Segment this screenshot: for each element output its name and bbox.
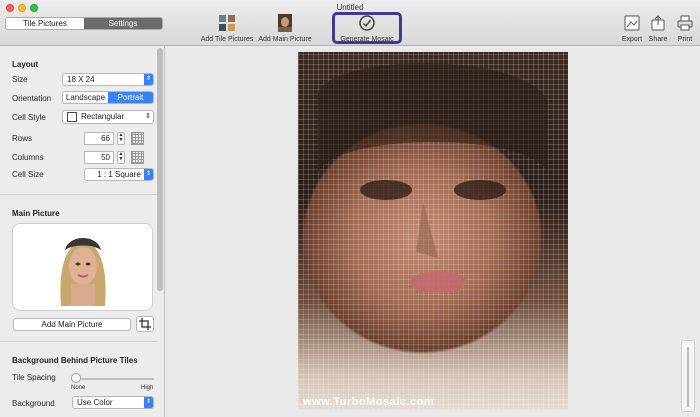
background-label: Background [12,399,55,408]
add-tile-pictures-button[interactable]: Add Tile Pictures [199,14,255,43]
generate-mosaic-button[interactable]: Generate Mosaic [336,14,398,43]
columns-stepper[interactable]: ▲ ▼ [117,151,125,164]
settings-scrollbar[interactable] [157,48,163,291]
main-picture-section-title: Main Picture [12,209,60,218]
chevron-updown-icon: ⇕ [144,169,153,180]
main-picture-preview [12,223,153,311]
export-button[interactable]: Export [620,14,644,43]
mosaic-watermark: www.TurboMosaic.com [303,396,435,408]
crop-button[interactable] [136,316,154,332]
orientation-label: Orientation [12,94,52,103]
tile-spacing-slider-knob[interactable] [71,373,81,383]
zoom-slider-track [687,347,689,407]
print-icon [677,15,693,31]
rows-grid-icon [131,132,144,145]
window-title: Untitled [336,3,364,12]
columns-input[interactable]: 50 [84,151,114,164]
section-divider [0,194,157,195]
tile-spacing-label: Tile Spacing [12,373,56,382]
export-icon [624,15,640,31]
add-main-picture-panel-button[interactable]: Add Main Picture [13,318,131,331]
rows-input[interactable]: 66 [84,132,114,145]
cell-style-value: Rectangular [81,112,125,121]
tile-spacing-max-label: High [141,385,154,391]
size-value: 18 X 24 [67,75,95,84]
checkmark-circle-icon [359,15,375,31]
main-picture-thumbnail [53,228,113,306]
toolbar: Untitled Tile Pictures Settings Add Tile… [0,0,700,46]
background-section-title: Background Behind Picture Tiles [12,356,138,365]
share-icon [651,15,665,31]
portrait-thumbnail-icon [278,14,292,32]
orientation-segmented-control: Landscape Portrait [62,91,154,104]
layout-section-title: Layout [12,60,39,69]
crop-icon [139,318,151,330]
chevron-updown-icon: ⇕ [145,113,151,120]
add-main-picture-label: Add Main Picture [258,36,312,43]
mosaic-face-overlay [318,63,548,293]
tab-settings[interactable]: Settings [84,18,162,29]
size-select[interactable]: 18 X 24 ⇕ [62,73,154,86]
background-value: Use Color [77,398,113,407]
share-button[interactable]: Share [646,14,670,43]
orientation-portrait[interactable]: Portrait [108,92,153,103]
sidebar-tabs: Tile Pictures Settings [5,17,163,30]
tile-grid-icon [219,15,235,31]
columns-label: Columns [12,153,44,162]
size-label: Size [12,75,28,84]
background-select[interactable]: Use Color ⇕ [72,396,154,409]
cell-style-select[interactable]: Rectangular ⇕ [62,110,154,124]
cell-size-value: 1 : 1 Square [97,170,141,179]
rows-stepper[interactable]: ▲ ▼ [117,132,125,145]
orientation-landscape[interactable]: Landscape [63,92,108,103]
section-divider [0,341,157,342]
print-label: Print [677,36,693,43]
columns-grid-icon [131,151,144,164]
cell-size-label: Cell Size [12,170,44,179]
share-label: Share [648,36,668,43]
tab-tile-pictures[interactable]: Tile Pictures [6,18,84,29]
chevron-updown-icon: ⇕ [144,397,153,408]
tile-spacing-min-label: None [71,385,86,391]
chevron-updown-icon: ⇕ [144,74,153,85]
generate-mosaic-label: Generate Mosaic [340,36,394,43]
zoom-slider[interactable] [681,340,695,412]
add-tile-pictures-label: Add Tile Pictures [200,36,254,43]
cell-size-select[interactable]: 1 : 1 Square ⇕ [84,168,154,181]
mosaic-image[interactable] [298,52,568,410]
rectangle-swatch-icon [67,112,77,122]
add-main-picture-button[interactable]: Add Main Picture [256,14,314,43]
tile-spacing-slider-track[interactable] [72,378,154,380]
print-button[interactable]: Print [673,14,697,43]
export-label: Export [621,36,643,43]
cell-style-label: Cell Style [12,113,46,122]
rows-label: Rows [12,134,33,143]
